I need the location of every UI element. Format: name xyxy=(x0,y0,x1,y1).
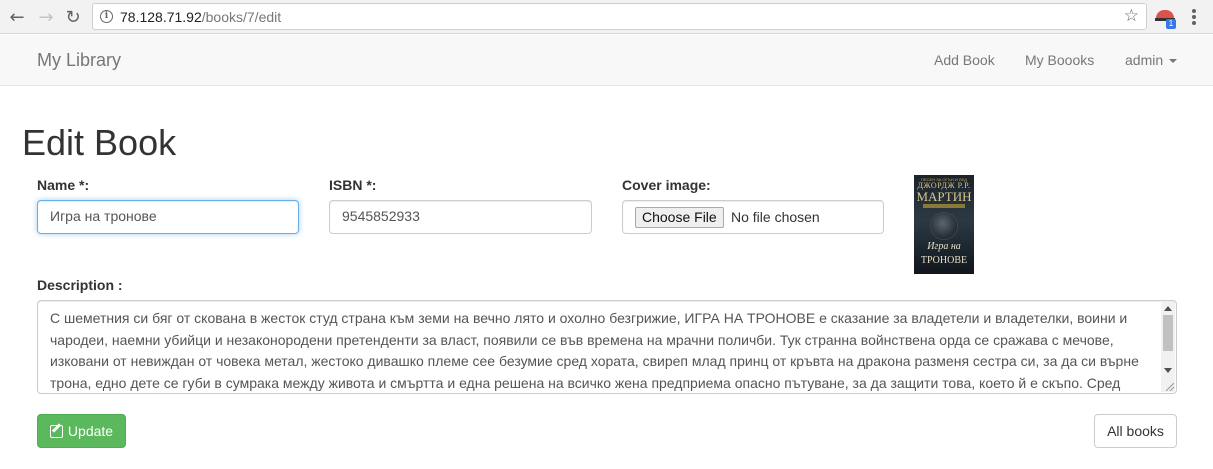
url-host: 78.128.71.92 xyxy=(120,9,202,25)
browser-toolbar: ← → ↻ i 78.128.71.92/books/7/edit ☆ 1 xyxy=(0,0,1213,34)
description-label: Description : xyxy=(37,277,123,293)
cover-emblem xyxy=(930,212,958,240)
update-button-label: Update xyxy=(67,423,114,439)
description-text: С шеметния си бяг от скована в жесток ст… xyxy=(50,310,1139,391)
back-arrow-icon[interactable]: ← xyxy=(6,6,28,28)
info-icon[interactable]: i xyxy=(100,10,113,23)
isbn-label: ISBN *: xyxy=(329,177,377,193)
cover-surname: МАРТИН xyxy=(916,189,972,204)
description-scrollbar[interactable] xyxy=(1161,302,1175,392)
book-cover-image: ПЕСЕН ЗА ОГЪН И ЛЕД ДЖОРДЖ Р.Р. МАРТИН И… xyxy=(914,175,974,274)
scrollbar-thumb[interactable] xyxy=(1163,315,1173,351)
update-button[interactable]: Update xyxy=(37,414,126,448)
forward-arrow-icon[interactable]: → xyxy=(35,6,57,28)
user-menu-label: admin xyxy=(1125,52,1164,68)
bookmark-star-icon[interactable]: ☆ xyxy=(1124,6,1139,26)
extension-badge: 1 xyxy=(1166,19,1176,29)
reload-icon[interactable]: ↻ xyxy=(62,6,84,28)
cover-ribbon xyxy=(923,204,965,208)
url-text: 78.128.71.92/books/7/edit xyxy=(120,9,281,25)
scroll-up-icon[interactable] xyxy=(1164,306,1172,311)
name-label: Name *: xyxy=(37,177,90,193)
cover-file-input[interactable]: Choose File No file chosen xyxy=(622,200,884,234)
nav-add-book[interactable]: Add Book xyxy=(934,52,995,68)
resize-grip-icon[interactable] xyxy=(1166,383,1174,391)
description-textarea[interactable]: С шеметния си бяг от скована в жесток ст… xyxy=(37,300,1177,394)
address-bar[interactable]: i 78.128.71.92/books/7/edit ☆ xyxy=(92,3,1147,30)
cover-title-line2: ТРОНОВЕ xyxy=(920,255,968,266)
user-menu-toggle[interactable]: admin xyxy=(1125,52,1178,68)
browser-menu-icon[interactable] xyxy=(1192,9,1196,25)
scroll-down-icon[interactable] xyxy=(1164,368,1172,373)
nav-my-books[interactable]: My Boooks xyxy=(1025,52,1094,68)
edit-icon xyxy=(49,424,63,438)
all-books-button[interactable]: All books xyxy=(1094,414,1177,448)
brand-link[interactable]: My Library xyxy=(37,50,121,71)
url-path: /books/7/edit xyxy=(201,9,282,25)
file-status-text: No file chosen xyxy=(731,209,820,225)
isbn-input[interactable]: 9545852933 xyxy=(329,200,592,234)
name-input[interactable]: Игра на тронове xyxy=(37,200,299,234)
choose-file-button[interactable]: Choose File xyxy=(635,207,724,228)
caret-down-icon xyxy=(1169,59,1178,64)
page-title: Edit Book xyxy=(22,122,177,163)
cover-title-line1: Игра на xyxy=(927,241,961,252)
app-navbar: My Library Add Book My Boooks admin xyxy=(0,35,1213,86)
extension-icon[interactable]: 1 xyxy=(1155,7,1177,29)
cover-image-label: Cover image: xyxy=(622,177,711,193)
